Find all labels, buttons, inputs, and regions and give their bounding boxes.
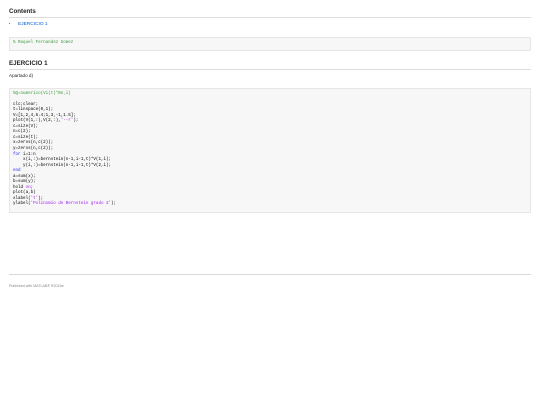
code-line: hold on; — [13, 186, 33, 190]
code-line: c=size(t); — [13, 136, 38, 140]
code-token: y(i,:)=bernstein(n-1,i-1,t)*V(2,i); — [13, 163, 112, 168]
code-token: V=[1,2,4,6.4;1,3,-1,1.5]; — [13, 113, 76, 118]
code-token: clc;clear; — [13, 102, 39, 107]
code-token: n=c(2); — [13, 130, 31, 135]
code-token: b=sum(y); — [13, 180, 36, 185]
code-line: plot(V(1,:),V(2,:),'--r'); — [13, 119, 78, 123]
code-token: i=1:n — [20, 152, 36, 157]
code-line: clc;clear; — [13, 103, 38, 107]
code-token: x=zeros(n,c(2)); — [13, 141, 54, 146]
code-line: t=linspace(0,1); — [13, 108, 53, 112]
code-line: x(i,:)=bernstein(n-1,i-1,t)*V(1,i); — [13, 158, 111, 162]
contents-heading: Contents — [9, 8, 531, 18]
code-token: t=linspace(0,1); — [13, 108, 54, 113]
code-token: plot(V(1,:),V(2,:), — [13, 119, 61, 124]
code-line: a=sum(x); — [13, 175, 36, 179]
code-line: %Q=numerico(Vi(t)*Bn,i) — [13, 92, 71, 96]
table-of-contents: EJERCICIO 1 — [9, 22, 531, 28]
code-token: c=size(V); — [13, 124, 39, 129]
code-token: xlabel( — [13, 196, 31, 201]
code-line: y=zeros(n,c(2)); — [13, 147, 53, 151]
toc-link-ejercicio-1[interactable]: EJERCICIO 1 — [18, 22, 48, 27]
toc-item: EJERCICIO 1 — [18, 22, 531, 28]
code-token: c=size(t); — [13, 135, 39, 140]
code-token: a=sum(x); — [13, 174, 36, 179]
code-token: ylabel( — [13, 202, 31, 207]
code-token: plot(a,b) — [13, 191, 36, 196]
code-token: for — [13, 152, 21, 157]
code-token: ); — [38, 196, 44, 201]
code-line: ylabel('Polinomio de Bernstein grado 3')… — [13, 202, 116, 206]
code-token: ); — [111, 202, 117, 207]
code-token: hold — [13, 185, 26, 190]
footer-text: Published with MATLAB® R2019a — [9, 284, 64, 288]
published-document: Contents EJERCICIO 1 % Raquel Fernandez … — [9, 8, 531, 214]
author-comment: % Raquel Fernandez Gomez — [13, 41, 74, 45]
code-line: b=sum(y); — [13, 180, 36, 184]
code-line: V=[1,2,4,6.4;1,3,-1,1.5]; — [13, 114, 76, 118]
code-line: y(i,:)=bernstein(n-1,i-1,t)*V(2,i); — [13, 164, 111, 168]
section-title: EJERCICIO 1 — [9, 60, 531, 70]
code-line: plot(a,b) — [13, 191, 36, 195]
author-comment-block: % Raquel Fernandez Gomez — [9, 37, 531, 51]
code-line: for i=1:n — [13, 153, 36, 157]
code-token: end — [13, 169, 21, 174]
code-token: 'Polinomio de Bernstein grado 3' — [30, 202, 112, 207]
code-token: x(i,:)=bernstein(n-1,i-1,t)*V(1,i); — [13, 158, 112, 163]
code-line: xlabel('t'); — [13, 197, 43, 201]
code-token: ; — [30, 185, 34, 190]
code-token: %Q=numerico(Vi(t)*Bn,i) — [13, 91, 71, 96]
code-token: '--r' — [60, 119, 74, 124]
code-line: c=size(V); — [13, 125, 38, 129]
code-token: y=zeros(n,c(2)); — [13, 147, 54, 152]
code-token: ); — [73, 119, 79, 124]
code-line: x=zeros(n,c(2)); — [13, 141, 53, 145]
code-block: %Q=numerico(Vi(t)*Bn,i) clc;clear; t=lin… — [9, 87, 531, 214]
code-line: n=c(2); — [13, 130, 31, 134]
section-subtitle: Apartado d) — [9, 72, 34, 78]
code-line: end — [13, 169, 21, 173]
footer-divider — [9, 274, 531, 275]
code-token: 't' — [30, 196, 39, 201]
